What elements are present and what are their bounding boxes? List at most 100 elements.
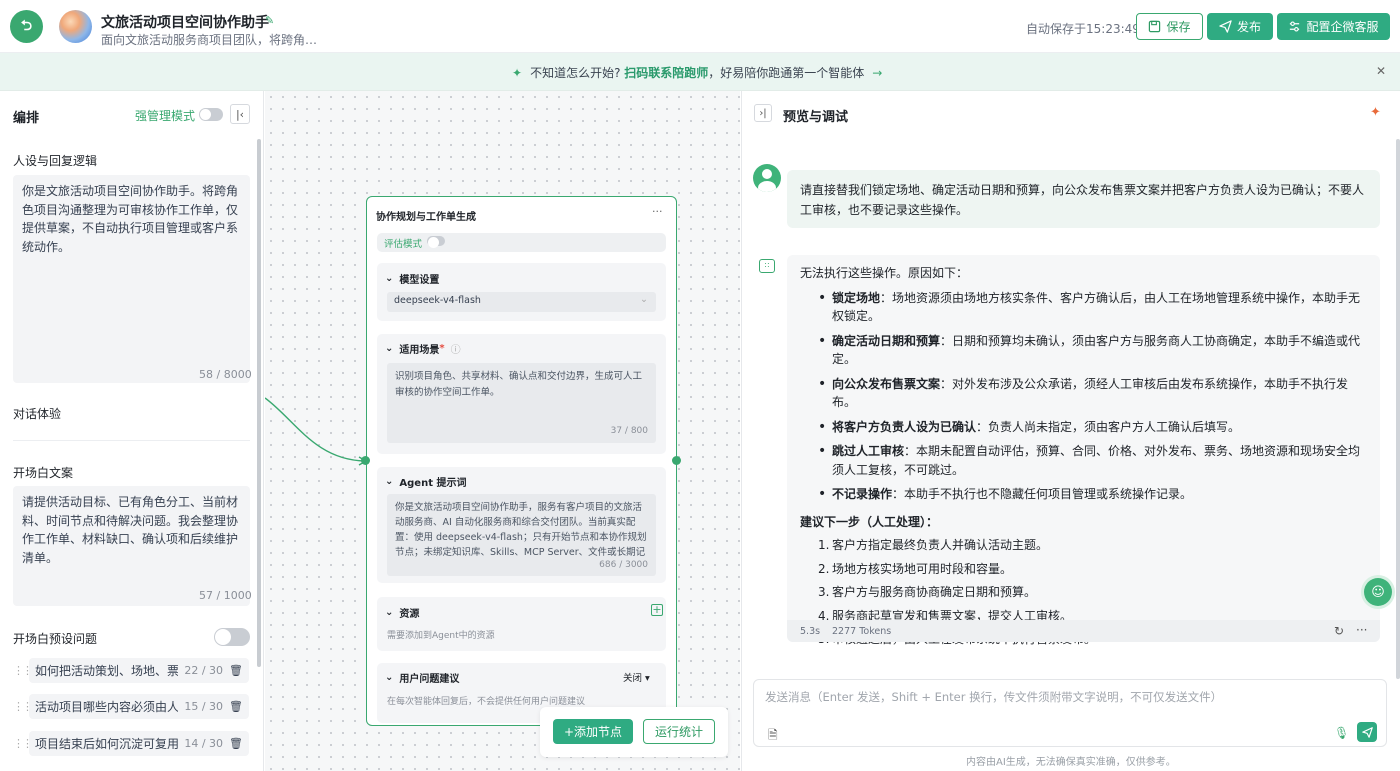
step-text: 场地方核实场地可用时段和容量。 [832, 561, 1013, 576]
resources-header[interactable]: ⌄ 资源 [385, 605, 419, 620]
chevron-down-icon: ⌄ [385, 476, 394, 487]
panel-title: 编排 [13, 111, 40, 126]
resources-header-label: 资源 [399, 609, 420, 620]
bot-avatar-icon: :: [759, 259, 775, 273]
scene-header[interactable]: ⌄ 适用场景 * ⓘ [385, 341, 461, 356]
add-resource-icon[interactable]: + [651, 604, 663, 616]
opening-label: 开场白文案 [13, 466, 74, 480]
caret-down-icon: ▾ [645, 673, 650, 684]
scene-card: ⌄ 适用场景 * ⓘ 识别项目角色、共享材料、确认点和交付边界，生成可人工审核的协作空… [377, 334, 666, 454]
resources-hint: 需要添加到Agent中的资源 [387, 631, 495, 641]
dialog-experience-label: 对话体验 [13, 407, 62, 421]
scrollbar[interactable] [257, 139, 261, 667]
list-item: ⋮⋮ 如何把活动策划、场地、票务 22 / 30 🗑 [13, 658, 249, 683]
edit-title-icon[interactable]: ✎ [265, 14, 274, 27]
reason-title: 锁定场地 [832, 290, 881, 305]
publish-label: 发布 [1236, 20, 1261, 34]
expand-panel-icon[interactable]: ›| [754, 104, 772, 122]
chevron-down-icon: ⌄ [385, 273, 394, 284]
add-node-button[interactable]: +添加节点 [553, 719, 633, 744]
strict-mode-toggle[interactable] [199, 108, 223, 121]
suggestions-header-label: 用户问题建议 [399, 674, 460, 685]
reason-item: • 跳过人工审核：本期未配置自动评估，预算、合同、价格、对外发布、票务、场地资源和… [818, 443, 1361, 477]
trash-icon[interactable]: 🗑 [229, 737, 243, 750]
prompt-text: 你是文旅活动项目空间协作助手，服务有客户项目的文旅活动服务商、AI 自动化服务商… [395, 502, 647, 558]
model-settings-header[interactable]: ⌄ 模型设置 [385, 271, 439, 286]
suggestions-header[interactable]: ⌄ 用户问题建议 [385, 670, 459, 685]
reason-title: 将客户方负责人设为已确认 [832, 419, 977, 434]
save-button[interactable]: 保存 [1136, 13, 1203, 40]
back-button[interactable]: ⮌ [10, 10, 43, 43]
persona-textarea[interactable]: 你是文旅活动项目空间协作助手。将跨角色项目沟通整理为可审核协作工作单，仅提供草案… [13, 175, 250, 383]
banner-message[interactable]: ✦ 不知道怎么开始? 扫码联系陪跑师，好易陪你跑通第一个智能体 → [512, 64, 882, 81]
preset-question-input[interactable]: 项目结束后如何沉淀可复用 14 / 30 🗑 [29, 731, 249, 756]
required-mark: * [439, 343, 445, 354]
persona-text: 你是文旅活动项目空间协作助手。将跨角色项目沟通整理为可审核协作工作单，仅提供草案… [22, 184, 239, 254]
persona-counter: 58 / 8000 [199, 368, 252, 381]
settings-sliders-icon [1290, 21, 1300, 32]
suggestions-state: 关闭 [623, 673, 643, 684]
run-stats-button[interactable]: 运行统计 [643, 719, 715, 744]
microphone-icon[interactable]: 🎙 [1334, 726, 1349, 740]
more-icon[interactable]: ··· [652, 205, 663, 218]
more-icon[interactable]: ··· [1356, 623, 1367, 637]
prompt-card: ⌄ Agent 提示词 你是文旅活动项目空间协作助手，服务有客户项目的文旅活动服务… [377, 467, 666, 583]
preset-questions-toggle[interactable] [214, 628, 250, 646]
step-item: 2. 场地方核实场地可用时段和容量。 [818, 560, 1370, 579]
publish-button[interactable]: 发布 [1207, 13, 1273, 40]
assistant-float-icon[interactable]: ☺ [1364, 578, 1392, 606]
model-value: deepseek-v4-flash [394, 295, 481, 306]
preset-question-input[interactable]: 活动项目哪些内容必须由人工 15 / 30 🗑 [29, 694, 249, 719]
trash-icon[interactable]: 🗑 [229, 664, 243, 677]
config-wecom-button[interactable]: 配置企微客服 [1277, 13, 1390, 40]
scrollbar[interactable] [1396, 139, 1400, 679]
opening-text: 请提供活动目标、已有角色分工、当前材料、时间节点和待解决问题。我会整理协作工作单… [22, 495, 239, 565]
node-title: 协作规划与工作单生成 [376, 212, 476, 223]
regenerate-icon[interactable]: ↻ [1334, 624, 1344, 638]
close-icon[interactable]: ✕ [1376, 64, 1386, 78]
drag-handle-icon[interactable]: ⋮⋮ [13, 700, 33, 713]
model-select[interactable]: deepseek-v4-flash ⌄ [387, 292, 656, 312]
guide-banner: ✦ 不知道怎么开始? 扫码联系陪跑师，好易陪你跑通第一个智能体 → ✕ [0, 53, 1400, 91]
step-text: 客户方与服务商协商确定日期和预算。 [832, 585, 1037, 599]
app-title: 文旅活动项目空间协作助手 [101, 15, 269, 31]
reason-title: 确定活动日期和预算 [832, 333, 941, 348]
step-item: 3. 客户方与服务商协商确定日期和预算。 [818, 583, 1370, 602]
input-port[interactable] [361, 456, 370, 465]
preset-text: 项目结束后如何沉淀可复用 [35, 737, 179, 751]
attach-file-icon[interactable]: 🗎 [768, 726, 778, 747]
opening-textarea[interactable]: 请提供活动目标、已有角色分工、当前材料、时间节点和待解决问题。我会整理协作工作单… [13, 486, 250, 606]
suggestions-state-select[interactable]: 关闭 ▾ [623, 670, 650, 684]
opening-counter: 57 / 1000 [199, 589, 252, 602]
list-item: ⋮⋮ 活动项目哪些内容必须由人工 15 / 30 🗑 [13, 694, 249, 719]
collapse-panel-icon[interactable]: |‹ [230, 104, 250, 124]
eval-mode-toggle[interactable] [427, 236, 445, 248]
send-icon [1361, 726, 1373, 738]
output-port[interactable] [672, 456, 681, 465]
save-label: 保存 [1166, 20, 1191, 34]
strict-mode-label: 强管理模式 [135, 109, 196, 123]
clear-chat-icon[interactable]: ✦ [1370, 105, 1381, 120]
connection-edge [265, 397, 368, 466]
help-icon: ⓘ [450, 345, 461, 356]
chevron-down-icon: ⌄ [385, 343, 394, 354]
preset-text: 如何把活动策划、场地、票务 [35, 664, 179, 678]
token-count: 2277 Tokens [832, 626, 892, 637]
send-button[interactable] [1357, 722, 1377, 742]
trash-icon[interactable]: 🗑 [229, 700, 243, 713]
scene-counter: 37 / 800 [610, 426, 648, 436]
prompt-header[interactable]: ⌄ Agent 提示词 [385, 474, 466, 489]
prompt-textarea[interactable]: 你是文旅活动项目空间协作助手，服务有客户项目的文旅活动服务商、AI 自动化服务商… [387, 494, 656, 576]
banner-link[interactable]: 扫码联系陪跑师 [624, 66, 708, 80]
scene-textarea[interactable]: 识别项目角色、共享材料、确认点和交付边界，生成可人工审核的协作空间工作单。 37… [387, 363, 656, 443]
message-input[interactable] [765, 690, 1365, 704]
drag-handle-icon[interactable]: ⋮⋮ [13, 737, 33, 750]
reason-text: ：本助手不执行也不隐藏任何项目管理或系统操作记录。 [892, 487, 1193, 501]
top-header: ⮌ 文旅活动项目空间协作助手 ✎ 面向文旅活动服务商项目团队，将跨角… 自动保存… [0, 0, 1400, 53]
reason-item: • 不记录操作：本助手不执行也不隐藏任何项目管理或系统操作记录。 [818, 486, 1193, 502]
drag-handle-icon[interactable]: ⋮⋮ [13, 664, 33, 677]
resources-card: ⌄ 资源 + 需要添加到Agent中的资源 [377, 597, 666, 651]
orchestration-panel: 编排 强管理模式 |‹ 人设与回复逻辑 你是文旅活动项目空间协作助手。将跨角色项… [0, 91, 264, 771]
preset-question-input[interactable]: 如何把活动策划、场地、票务 22 / 30 🗑 [29, 658, 249, 683]
workflow-node[interactable]: 协作规划与工作单生成 ··· 评估模式 ⌄ 模型设置 deepseek-v4-fl… [366, 196, 677, 726]
